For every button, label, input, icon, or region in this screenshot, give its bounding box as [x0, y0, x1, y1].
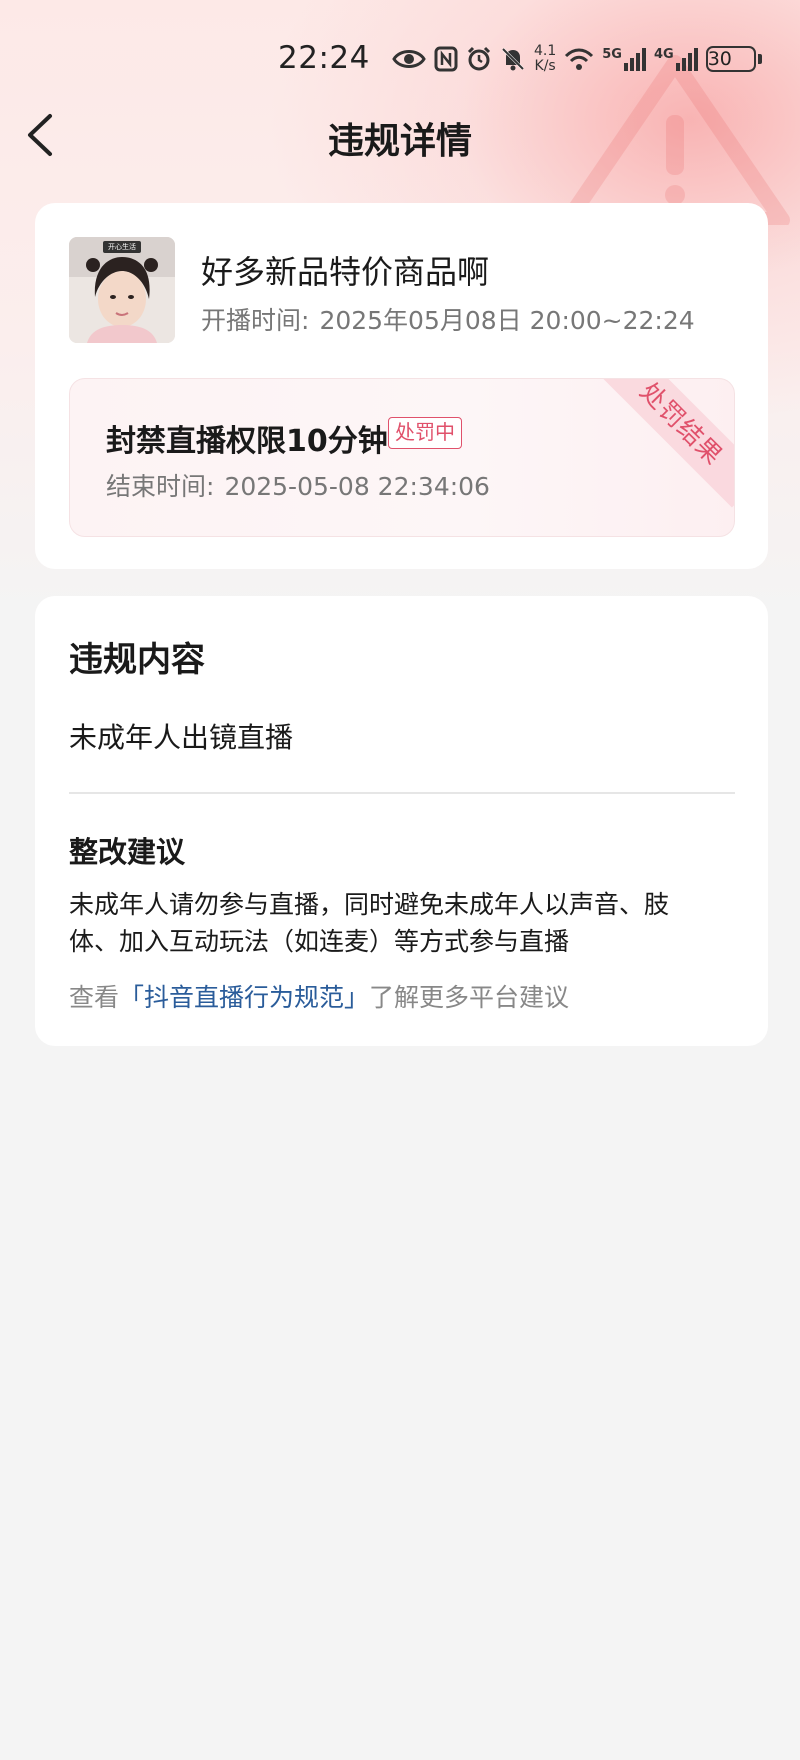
guide-prefix: 查看 — [69, 983, 120, 1012]
penalty-title: 封禁直播权限10分钟 — [106, 424, 388, 459]
signal-5g-label: 5G — [602, 47, 622, 62]
net-speed-value: 4.1 — [534, 43, 557, 59]
start-time-label: 开播时间: — [201, 306, 310, 335]
divider — [69, 792, 735, 794]
nfc-icon — [434, 46, 458, 72]
nav-bar: 违规详情 — [0, 100, 800, 170]
suggestion-text: 未成年人请勿参与直播，同时避免未成年人以声音、肢体、加入互动玩法（如连麦）等方式… — [69, 890, 670, 956]
signal-bars-icon — [623, 48, 646, 71]
guide-line: 查看「抖音直播行为规范」了解更多平台建议 — [69, 978, 569, 1014]
page-title: 违规详情 — [327, 121, 472, 162]
stream-title: 好多新品特价商品啊 — [201, 253, 490, 291]
status-badge: 处罚中 — [388, 417, 462, 449]
guide-suffix: 了解更多平台建议 — [369, 983, 570, 1012]
penalty-end-time: 结束时间: 2025-05-08 22:34:06 — [106, 467, 490, 503]
suggestion-title: 整改建议 — [69, 835, 186, 869]
signal-4g: 4G — [654, 47, 698, 71]
battery-level: 30 — [705, 46, 756, 72]
net-speed-unit: K/s — [534, 58, 556, 74]
signal-5g: 5G — [602, 47, 646, 71]
alarm-icon — [466, 46, 492, 72]
penalty-result-box: 处罚结果 封禁直播权限10分钟 处罚中 结束时间: 2025-05-08 22:3… — [69, 378, 735, 537]
net-speed: 4.1 K/s — [534, 44, 556, 74]
stream-info-card: 开心生活 好多新品特价商品啊 开播时间: 2025年05月08日 20:00~22… — [35, 203, 768, 569]
signal-4g-label: 4G — [653, 47, 674, 62]
violation-content: 未成年人出镜直播 — [69, 721, 294, 754]
mute-bell-icon — [500, 46, 526, 72]
signal-bars-icon — [675, 48, 698, 71]
battery-tip — [757, 54, 762, 64]
guidelines-link[interactable]: 「抖音直播行为规范」 — [119, 983, 369, 1012]
wifi-icon — [564, 47, 594, 71]
start-time-value: 2025年05月08日 20:00~22:24 — [319, 306, 695, 335]
end-time-value: 2025-05-08 22:34:06 — [224, 472, 490, 501]
stream-avatar: 开心生活 — [69, 237, 175, 343]
violation-content-card: 违规内容 未成年人出镜直播 整改建议 未成年人请勿参与直播，同时避免未成年人以声… — [35, 596, 768, 1046]
end-time-label: 结束时间: — [106, 472, 215, 501]
violation-section-title: 违规内容 — [69, 640, 205, 680]
status-bar: 22:24 4.1 K/s 5G 4G 30 — [0, 30, 800, 88]
stream-start-time: 开播时间: 2025年05月08日 20:00~22:24 — [201, 301, 695, 337]
status-icons: 4.1 K/s 5G 4G 30 — [392, 40, 762, 78]
eye-icon — [392, 47, 426, 71]
penalty-result-ribbon: 处罚结果 — [597, 379, 734, 508]
status-time: 22:24 — [278, 40, 370, 76]
battery-indicator: 30 — [705, 46, 762, 72]
avatar-caption: 开心生活 — [108, 243, 136, 251]
